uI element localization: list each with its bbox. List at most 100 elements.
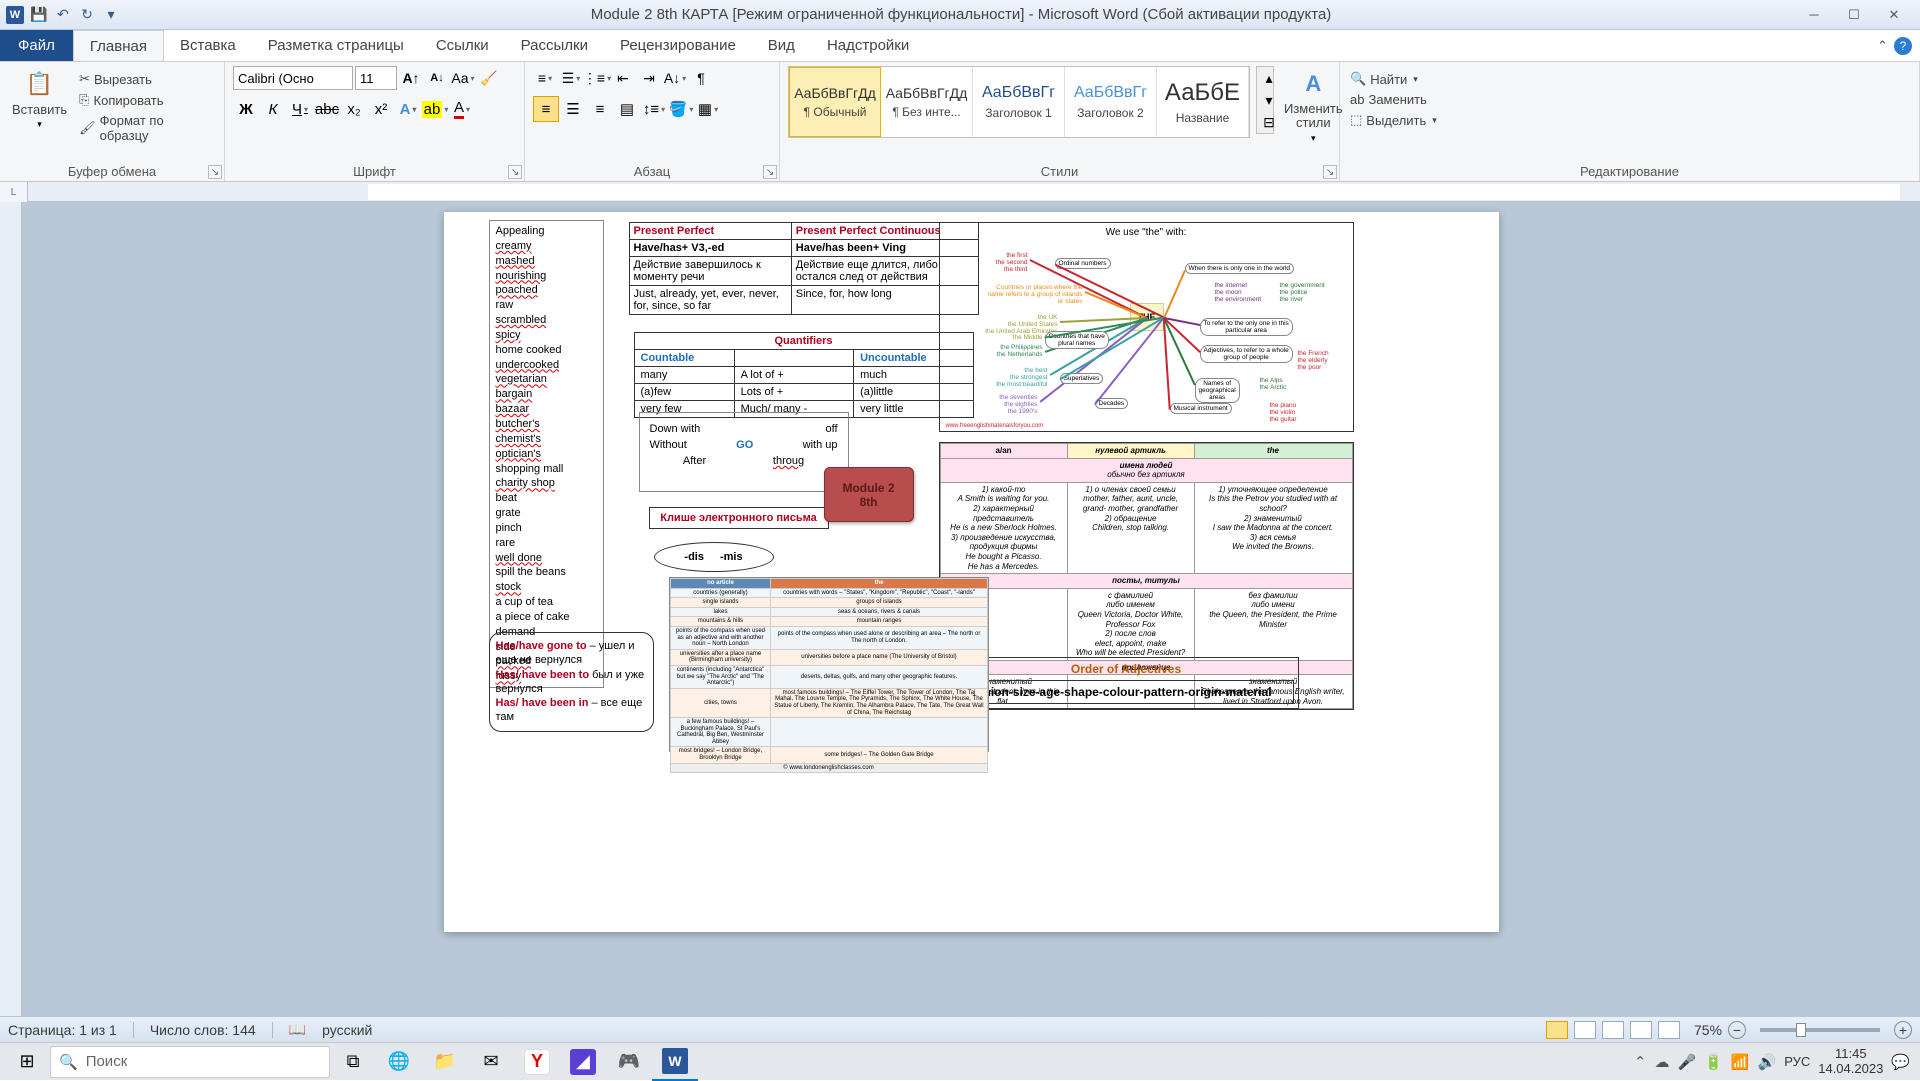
- find-button[interactable]: 🔍Найти▾: [1348, 70, 1911, 88]
- keyboard-lang[interactable]: РУС: [1784, 1054, 1810, 1069]
- tab-references[interactable]: Ссылки: [420, 30, 505, 61]
- horizontal-ruler[interactable]: [368, 184, 1900, 200]
- start-button[interactable]: ⊞: [4, 1043, 50, 1081]
- style-item[interactable]: АаБбВвГгДд¶ Без инте...: [881, 67, 973, 137]
- clipboard-launcher[interactable]: ↘: [208, 165, 222, 179]
- qat-customize-icon[interactable]: ▾: [100, 4, 122, 26]
- proof-icon[interactable]: 📖: [289, 1021, 306, 1038]
- underline-button[interactable]: Ч: [287, 96, 313, 122]
- increase-indent-icon[interactable]: ⇥: [637, 66, 661, 90]
- change-case-icon[interactable]: Aa: [451, 66, 475, 90]
- zoom-slider[interactable]: [1760, 1028, 1880, 1032]
- word-icon[interactable]: W: [4, 4, 26, 26]
- word-count[interactable]: Число слов: 144: [150, 1022, 256, 1038]
- battery-icon[interactable]: 🔋: [1704, 1053, 1723, 1071]
- maximize-button[interactable]: ☐: [1840, 4, 1868, 26]
- minimize-button[interactable]: ─: [1800, 4, 1828, 26]
- font-launcher[interactable]: ↘: [508, 165, 522, 179]
- styles-up-icon[interactable]: ▴: [1257, 67, 1281, 89]
- tab-home[interactable]: Главная: [73, 30, 164, 61]
- clock[interactable]: 11:4514.04.2023: [1818, 1047, 1883, 1076]
- change-styles-button[interactable]: A Изменить стили ▾: [1280, 66, 1347, 146]
- language-status[interactable]: русский: [322, 1022, 372, 1038]
- close-button[interactable]: ✕: [1880, 4, 1908, 26]
- subscript-button[interactable]: x₂: [341, 96, 367, 122]
- ribbon-minimize-icon[interactable]: ⌃: [1877, 38, 1888, 54]
- wifi-icon[interactable]: 📶: [1731, 1053, 1750, 1071]
- zoom-level[interactable]: 75%: [1694, 1022, 1722, 1038]
- styles-more-icon[interactable]: ⊟: [1257, 111, 1281, 133]
- onedrive-icon[interactable]: ☁: [1654, 1053, 1669, 1071]
- vertical-ruler[interactable]: [0, 202, 22, 1042]
- decrease-indent-icon[interactable]: ⇤: [611, 66, 635, 90]
- mic-icon[interactable]: 🎤: [1677, 1053, 1696, 1071]
- tab-layout[interactable]: Разметка страницы: [252, 30, 420, 61]
- shrink-font-icon[interactable]: A↓: [425, 66, 449, 90]
- mail-icon[interactable]: ✉: [468, 1043, 514, 1081]
- justify-icon[interactable]: ▤: [614, 96, 640, 122]
- style-item[interactable]: АаБбВвГгЗаголовок 2: [1065, 67, 1157, 137]
- tab-review[interactable]: Рецензирование: [604, 30, 752, 61]
- line-spacing-icon[interactable]: ↕≡: [641, 96, 667, 122]
- cut-button[interactable]: ✂Вырезать: [77, 70, 216, 88]
- tray-expand-icon[interactable]: ⌃: [1634, 1053, 1647, 1071]
- align-right-icon[interactable]: ≡: [587, 96, 613, 122]
- align-center-icon[interactable]: ☰: [560, 96, 586, 122]
- zoom-in-icon[interactable]: +: [1894, 1021, 1912, 1039]
- word-taskbar-icon[interactable]: W: [652, 1043, 698, 1081]
- strike-button[interactable]: abc: [314, 96, 340, 122]
- paste-button[interactable]: 📋 Вставить ▾: [8, 66, 71, 132]
- style-item[interactable]: АаБбВвГгЗаголовок 1: [973, 67, 1065, 137]
- notifications-icon[interactable]: 💬: [1891, 1053, 1910, 1071]
- show-marks-icon[interactable]: ¶: [689, 66, 713, 90]
- style-item[interactable]: АаБбВвГгДд¶ Обычный: [789, 67, 881, 137]
- copy-button[interactable]: ⎘Копировать: [77, 91, 216, 109]
- app-icon-1[interactable]: ◢: [560, 1043, 606, 1081]
- styles-gallery[interactable]: АаБбВвГгДд¶ ОбычныйАаБбВвГгДд¶ Без инте.…: [788, 66, 1250, 138]
- style-item[interactable]: АаБбЕНазвание: [1157, 67, 1249, 137]
- web-view[interactable]: [1602, 1021, 1624, 1039]
- save-icon[interactable]: 💾: [28, 4, 50, 26]
- tab-insert[interactable]: Вставка: [164, 30, 252, 61]
- numbering-icon[interactable]: ☰: [559, 66, 583, 90]
- font-size-combo[interactable]: 11: [355, 66, 397, 90]
- para-launcher[interactable]: ↘: [763, 165, 777, 179]
- draft-view[interactable]: [1658, 1021, 1680, 1039]
- undo-icon[interactable]: ↶: [52, 4, 74, 26]
- clear-format-icon[interactable]: 🧹: [477, 66, 501, 90]
- highlight-icon[interactable]: ab: [422, 96, 448, 122]
- grow-font-icon[interactable]: A↑: [399, 66, 423, 90]
- xbox-icon[interactable]: 🎮: [606, 1043, 652, 1081]
- bold-button[interactable]: Ж: [233, 96, 259, 122]
- font-color-icon[interactable]: A: [449, 96, 475, 122]
- redo-icon[interactable]: ↻: [76, 4, 98, 26]
- styles-launcher[interactable]: ↘: [1323, 165, 1337, 179]
- italic-button[interactable]: К: [260, 96, 286, 122]
- reading-view[interactable]: [1574, 1021, 1596, 1039]
- align-left-icon[interactable]: ≡: [533, 96, 559, 122]
- font-name-combo[interactable]: Calibri (Осно: [233, 66, 353, 90]
- task-view-icon[interactable]: ⧉: [330, 1043, 376, 1081]
- borders-icon[interactable]: ▦: [695, 96, 721, 122]
- page[interactable]: Appealingcreamymashednourishingpoachedra…: [444, 212, 1499, 932]
- select-button[interactable]: ⬚Выделить▾: [1348, 111, 1911, 129]
- styles-down-icon[interactable]: ▾: [1257, 89, 1281, 111]
- text-effects-icon[interactable]: A: [395, 96, 421, 122]
- yandex-icon[interactable]: Y: [514, 1043, 560, 1081]
- superscript-button[interactable]: x²: [368, 96, 394, 122]
- tab-addins[interactable]: Надстройки: [811, 30, 925, 61]
- shading-icon[interactable]: 🪣: [668, 96, 694, 122]
- taskbar-search[interactable]: 🔍Поиск: [50, 1046, 330, 1078]
- format-painter-button[interactable]: 🖌Формат по образцу: [77, 112, 216, 144]
- sort-icon[interactable]: A↓: [663, 66, 687, 90]
- edge-icon[interactable]: 🌐: [376, 1043, 422, 1081]
- explorer-icon[interactable]: 📁: [422, 1043, 468, 1081]
- ruler-corner[interactable]: L: [0, 182, 28, 202]
- bullets-icon[interactable]: ≡: [533, 66, 557, 90]
- print-layout-view[interactable]: [1546, 1021, 1568, 1039]
- tab-view[interactable]: Вид: [752, 30, 811, 61]
- multilevel-icon[interactable]: ⋮≡: [585, 66, 609, 90]
- tab-file[interactable]: Файл: [0, 30, 73, 61]
- volume-icon[interactable]: 🔊: [1758, 1053, 1777, 1071]
- replace-button[interactable]: abЗаменить: [1348, 91, 1911, 108]
